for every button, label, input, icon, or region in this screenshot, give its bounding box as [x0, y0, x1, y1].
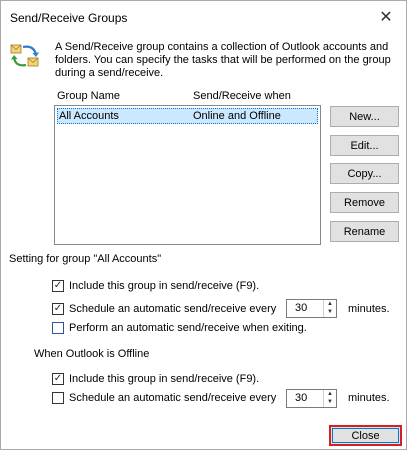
schedule-online-row[interactable]: ✓ Schedule an automatic send/receive eve… — [52, 301, 276, 317]
include-online-checkbox[interactable]: ✓ — [52, 280, 64, 292]
stepper-down-icon[interactable]: ▼ — [324, 398, 336, 406]
new-button[interactable]: New... — [330, 106, 399, 127]
schedule-online-label: Schedule an automatic send/receive every — [69, 303, 277, 315]
stepper-up-icon[interactable]: ▲ — [324, 390, 336, 398]
schedule-offline-label: Schedule an automatic send/receive every — [69, 392, 277, 404]
include-online-label: Include this group in send/receive (F9). — [69, 280, 260, 292]
online-minutes-stepper[interactable]: 30 ▲ ▼ — [286, 299, 337, 318]
groups-list-header: Group Name Send/Receive when — [57, 90, 319, 104]
close-icon[interactable]: ✕ — [372, 4, 400, 30]
include-online-row[interactable]: ✓ Include this group in send/receive (F9… — [52, 278, 259, 294]
online-minutes-unit: minutes. — [348, 303, 390, 315]
online-minutes-value[interactable]: 30 — [295, 302, 307, 314]
schedule-offline-checkbox[interactable] — [52, 392, 64, 404]
offline-minutes-stepper[interactable]: 30 ▲ ▼ — [286, 389, 337, 408]
include-offline-row[interactable]: ✓ Include this group in send/receive (F9… — [52, 371, 259, 387]
edit-button[interactable]: Edit... — [330, 135, 399, 156]
list-item[interactable]: All Accounts Online and Offline — [57, 108, 318, 124]
group-name-cell: All Accounts — [59, 110, 119, 122]
exit-sync-checkbox[interactable] — [52, 322, 64, 334]
include-offline-checkbox[interactable]: ✓ — [52, 373, 64, 385]
dialog-title: Send/Receive Groups — [10, 11, 128, 25]
exit-sync-label: Perform an automatic send/receive when e… — [69, 322, 307, 334]
groups-list[interactable]: All Accounts Online and Offline — [54, 105, 321, 245]
stepper-arrows: ▲ ▼ — [323, 300, 336, 317]
column-header-group-name[interactable]: Group Name — [57, 90, 120, 102]
send-receive-groups-dialog: Send/Receive Groups ✕ A Send/Receive gro… — [0, 0, 407, 450]
stepper-arrows: ▲ ▼ — [323, 390, 336, 407]
copy-button[interactable]: Copy... — [330, 163, 399, 184]
title-bar: Send/Receive Groups ✕ — [1, 1, 406, 33]
stepper-up-icon[interactable]: ▲ — [324, 300, 336, 308]
include-offline-label: Include this group in send/receive (F9). — [69, 373, 260, 385]
exit-sync-row[interactable]: Perform an automatic send/receive when e… — [52, 320, 307, 336]
focus-ring — [332, 428, 399, 443]
rename-button[interactable]: Rename — [330, 221, 399, 242]
offline-minutes-value[interactable]: 30 — [295, 392, 307, 404]
group-settings-label: Setting for group "All Accounts" — [9, 253, 162, 265]
stepper-down-icon[interactable]: ▼ — [324, 308, 336, 316]
close-button[interactable]: Close — [329, 425, 402, 446]
send-receive-sync-icon — [10, 44, 39, 67]
group-when-cell: Online and Offline — [193, 110, 281, 122]
remove-button[interactable]: Remove — [330, 192, 399, 213]
dialog-description: A Send/Receive group contains a collecti… — [55, 41, 391, 79]
schedule-online-checkbox[interactable]: ✓ — [52, 303, 64, 315]
column-header-send-receive-when[interactable]: Send/Receive when — [193, 90, 291, 102]
schedule-offline-row[interactable]: Schedule an automatic send/receive every — [52, 390, 276, 406]
offline-minutes-unit: minutes. — [348, 392, 390, 404]
offline-section-label: When Outlook is Offline — [34, 348, 150, 360]
